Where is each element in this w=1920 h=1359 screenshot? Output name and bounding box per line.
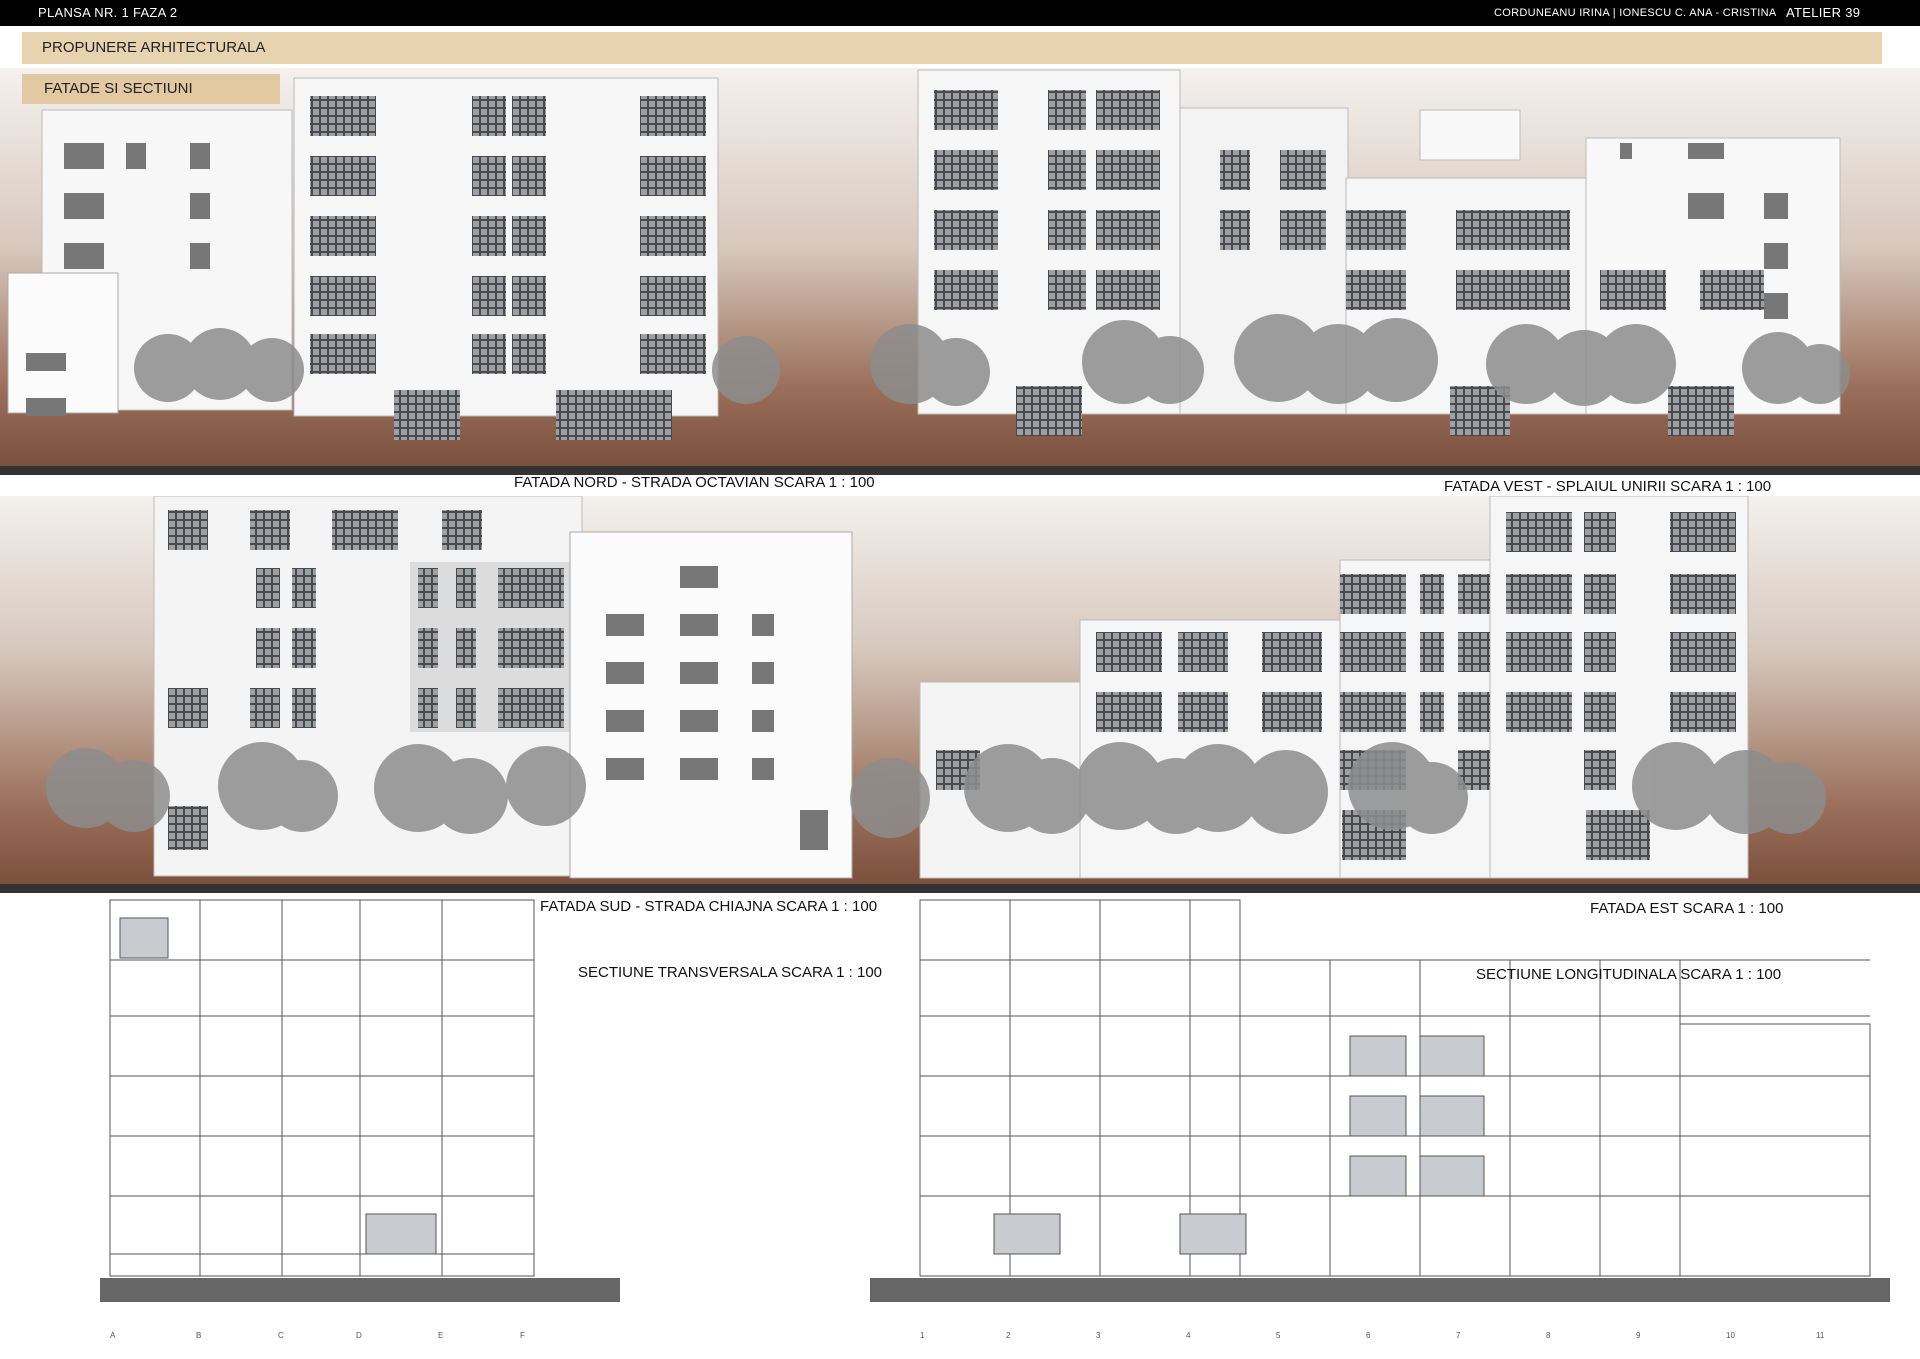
- axis-5: 5: [1276, 1331, 1281, 1340]
- caption-west: FATADA VEST - SPLAIUL UNIRII SCARA 1 : 1…: [1444, 478, 1772, 495]
- sheet-label: PLANSA NR. 1 FAZA 2: [38, 5, 178, 20]
- section-subtitle: FATADE SI SECTIUNI: [22, 74, 280, 104]
- axis-8: 8: [1546, 1331, 1551, 1340]
- axis-D: D: [356, 1331, 362, 1340]
- title-bar: PLANSA NR. 1 FAZA 2 CORDUNEANU IRINA | I…: [0, 0, 1920, 26]
- axis-A: A: [110, 1331, 116, 1340]
- axis-B: B: [196, 1331, 201, 1340]
- caption-transversal: SECTIUNE TRANSVERSALA SCARA 1 : 100: [578, 964, 883, 981]
- axis-4: 4: [1186, 1331, 1191, 1340]
- authors: CORDUNEANU IRINA | IONESCU C. ANA - CRIS…: [1494, 7, 1777, 19]
- north-west-elevations: [0, 68, 1920, 468]
- axis-11: 11: [1816, 1331, 1825, 1340]
- ground-line-1: [0, 466, 1920, 475]
- axis-3: 3: [1096, 1331, 1101, 1340]
- axis-1: 1: [920, 1331, 925, 1340]
- axis-E: E: [438, 1331, 443, 1340]
- axis-9: 9: [1636, 1331, 1641, 1340]
- caption-north: FATADA NORD - STRADA OCTAVIAN SCARA 1 : …: [514, 474, 875, 491]
- axis-6: 6: [1366, 1331, 1371, 1340]
- axis-7: 7: [1456, 1331, 1461, 1340]
- axis-2: 2: [1006, 1331, 1011, 1340]
- sheet-title: PROPUNERE ARHITECTURALA: [22, 32, 1882, 64]
- axis-C: C: [278, 1331, 284, 1340]
- south-east-elevations: [0, 496, 1920, 886]
- axis-F: F: [520, 1331, 525, 1340]
- ground-line-2: [0, 884, 1920, 893]
- studio-label: ATELIER 39: [1786, 5, 1861, 20]
- axis-10: 10: [1726, 1331, 1735, 1340]
- caption-longitudinal: SECTIUNE LONGITUDINALA SCARA 1 : 100: [1476, 966, 1782, 983]
